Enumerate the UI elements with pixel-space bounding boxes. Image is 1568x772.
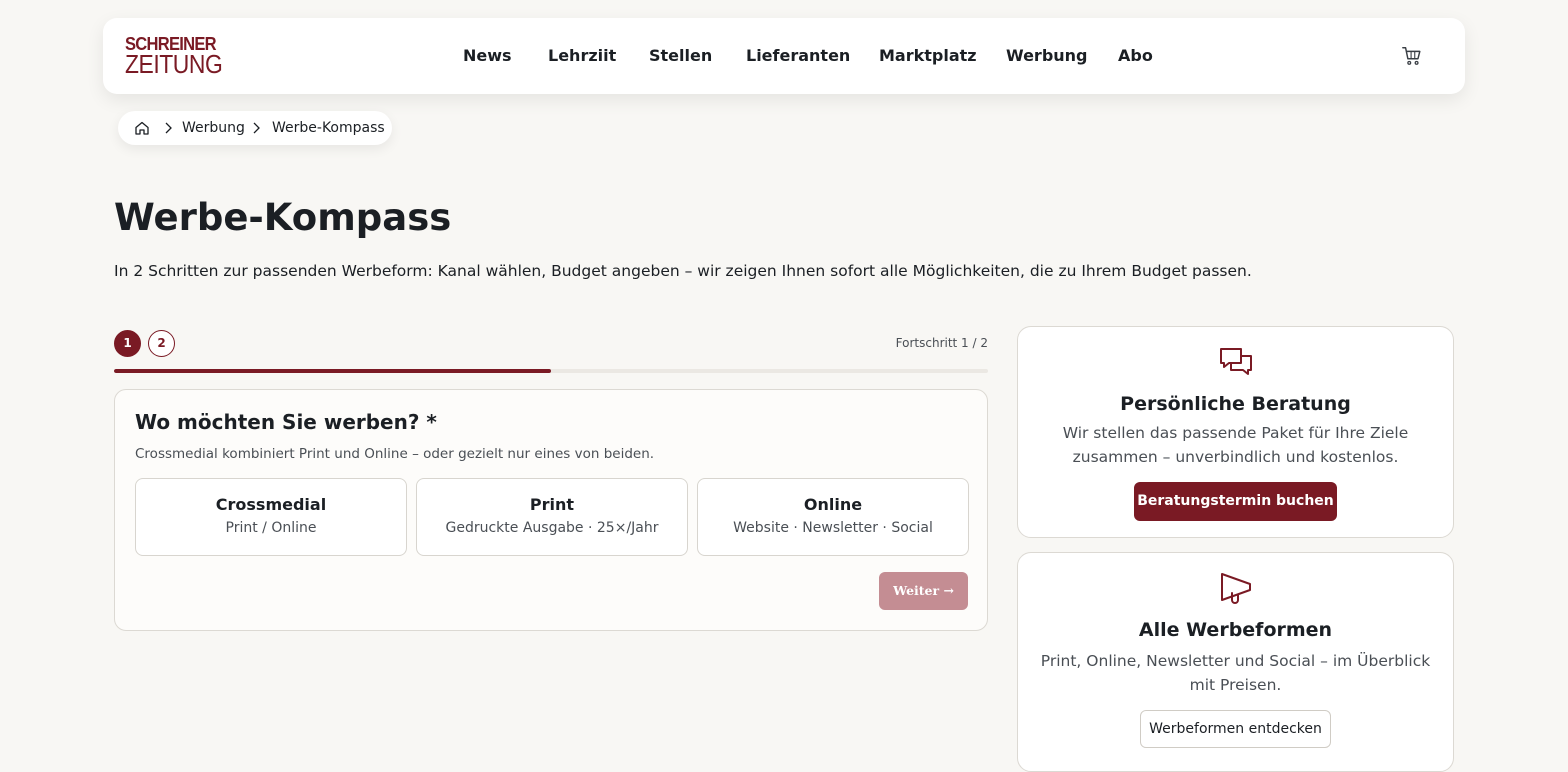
option-subtitle: Gedruckte Ausgabe · 25×/Jahr [445, 520, 659, 536]
nav-item-lehrziit[interactable]: Lehrziit [548, 46, 616, 65]
consultation-title: Persönliche Beratung [1120, 393, 1351, 415]
chevron-right-icon [253, 122, 260, 134]
step-2[interactable]: 2 [148, 330, 175, 357]
ad-formats-card: Alle Werbeformen Print, Online, Newslett… [1017, 552, 1454, 772]
home-icon[interactable] [134, 120, 150, 136]
nav-item-abo[interactable]: Abo [1118, 46, 1153, 65]
main-nav: News Lehrziit Stellen Lieferanten Marktp… [103, 18, 1465, 94]
megaphone-icon [1221, 573, 1251, 604]
progress-fill [114, 369, 551, 373]
nav-item-news[interactable]: News [463, 46, 512, 65]
chevron-right-icon [165, 122, 172, 134]
option-title: Crossmedial [215, 495, 327, 514]
page-intro: In 2 Schritten zur passenden Werbeform: … [114, 262, 1252, 280]
nav-item-lieferanten[interactable]: Lieferanten [746, 46, 850, 65]
ad-formats-title: Alle Werbeformen [1138, 619, 1333, 641]
breadcrumb: Werbung Werbe-Kompass [118, 111, 392, 145]
option-online[interactable]: Online Website · Newsletter · Social [697, 478, 969, 556]
site-header: SCHREINER ZEITUNG News Lehrziit Stellen … [103, 18, 1465, 94]
option-title: Online [803, 495, 863, 514]
option-title: Print [529, 495, 575, 514]
question-hint: Crossmedial kombiniert Print und Online … [135, 446, 655, 462]
wizard-card: Wo möchten Sie werben? * Crossmedial kom… [114, 389, 988, 631]
option-subtitle: Print / Online [225, 520, 317, 536]
question-title: Wo möchten Sie werben? * [135, 410, 437, 434]
nav-item-marktplatz[interactable]: Marktplatz [879, 46, 977, 65]
progress-label: Fortschritt 1 / 2 [895, 336, 988, 350]
step-1[interactable]: 1 [114, 330, 141, 357]
discover-formats-button[interactable]: Werbeformen entdecken [1140, 710, 1331, 748]
chat-bubbles-icon [1220, 348, 1252, 375]
option-subtitle: Website · Newsletter · Social [733, 520, 933, 536]
breadcrumb-item-current: Werbe-Kompass [272, 120, 385, 136]
page-title: Werbe-Kompass [114, 196, 452, 239]
option-print[interactable]: Print Gedruckte Ausgabe · 25×/Jahr [416, 478, 688, 556]
nav-item-werbung[interactable]: Werbung [1006, 46, 1088, 65]
next-button[interactable]: Weiter → [879, 572, 968, 610]
cart-icon[interactable] [1401, 45, 1423, 67]
progress-bar [114, 369, 988, 373]
book-consultation-button[interactable]: Beratungstermin buchen [1134, 482, 1337, 521]
consultation-card: Persönliche Beratung Wir stellen das pas… [1017, 326, 1454, 538]
breadcrumb-item-werbung[interactable]: Werbung [182, 120, 245, 136]
option-crossmedial[interactable]: Crossmedial Print / Online [135, 478, 407, 556]
nav-item-stellen[interactable]: Stellen [649, 46, 712, 65]
consultation-text: Wir stellen das passende Paket für Ihre … [1062, 424, 1409, 466]
ad-formats-text: Print, Online, Newsletter und Social – i… [1040, 652, 1431, 694]
